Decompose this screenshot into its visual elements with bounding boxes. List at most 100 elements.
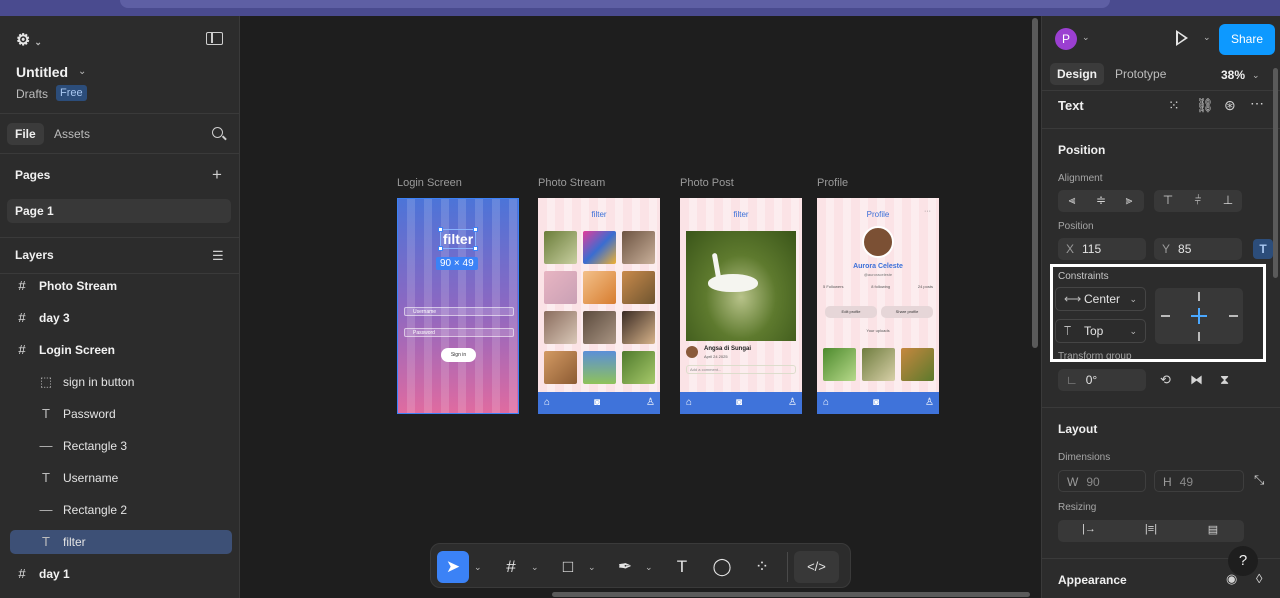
fill-container-icon[interactable]: ▤ <box>1182 523 1244 536</box>
present-play-icon[interactable] <box>1176 30 1188 46</box>
align-left-icon[interactable]: ⫷ <box>1058 193 1086 208</box>
more-options-icon[interactable]: ⋯ <box>1250 95 1264 112</box>
frame-label[interactable]: Photo Post <box>680 177 734 189</box>
add-page-icon[interactable]: + <box>212 166 222 183</box>
constraint-toggle-icon[interactable]: T <box>1253 239 1273 259</box>
frame-label[interactable]: Profile <box>817 177 848 189</box>
profile-icon[interactable]: ♙ <box>925 397 934 408</box>
layer-item[interactable]: — Rectangle 3 <box>10 434 232 458</box>
tab-design[interactable]: Design <box>1050 63 1105 85</box>
layer-item[interactable]: # Login Screen <box>10 338 232 362</box>
flip-horizontal-icon[interactable]: ⧓ <box>1190 372 1203 388</box>
layer-item[interactable]: Tfilter <box>10 530 232 554</box>
actions-tool-icon[interactable]: ⁘ <box>748 551 776 583</box>
share-button[interactable]: Share <box>1219 24 1275 55</box>
link-icon[interactable]: ⛓ <box>1196 97 1214 114</box>
height-field[interactable]: H 49 <box>1154 470 1244 492</box>
comment-input[interactable]: Add a comment... <box>686 365 796 374</box>
canvas[interactable]: Login Screen Photo Stream Photo Post Pro… <box>241 16 1041 598</box>
resize-to-fit-icon[interactable]: ⤡ <box>1254 472 1264 488</box>
layer-item[interactable]: ⬚ sign in button <box>10 370 232 394</box>
profile-icon[interactable]: ♙ <box>788 397 797 408</box>
layer-item[interactable]: T Password <box>10 402 232 426</box>
tab-prototype[interactable]: Prototype <box>1115 67 1166 81</box>
flip-vertical-icon[interactable]: ⧗ <box>1220 372 1229 388</box>
home-icon[interactable]: ⌂ <box>544 397 550 408</box>
photo-thumb <box>583 311 616 344</box>
layer-item[interactable]: # day 3 <box>10 306 232 330</box>
login-screen-frame[interactable]: filter 90 × 49 Username Password Sign in <box>397 198 519 414</box>
layers-options-icon[interactable]: ☰ <box>212 248 224 264</box>
photo-thumb <box>544 271 577 304</box>
align-top-icon[interactable]: ⊤ <box>1154 193 1182 207</box>
more-icon[interactable]: ··· <box>924 208 931 215</box>
avatar[interactable]: P <box>1055 28 1077 50</box>
username-field[interactable]: Username <box>404 307 514 316</box>
photo-thumb <box>622 271 655 304</box>
sidebar-toggle-icon[interactable] <box>206 32 223 45</box>
dev-mode-icon[interactable]: </> <box>794 551 839 583</box>
align-center-h-icon[interactable]: ≑ <box>1087 193 1115 207</box>
layer-item[interactable]: # Photo Stream <box>10 274 232 298</box>
camera-icon[interactable]: ◙ <box>736 397 742 408</box>
y-position-field[interactable]: Y 85 <box>1154 238 1242 260</box>
layer-item[interactable]: — Rectangle 2 <box>10 498 232 522</box>
tab-file[interactable]: File <box>7 123 44 145</box>
password-field[interactable]: Password <box>404 328 514 337</box>
chevron-down-icon[interactable]: ⌄ <box>531 551 539 583</box>
home-icon[interactable]: ⌂ <box>823 397 829 408</box>
photo-post-frame[interactable]: filter Angsa di Sungai April 24 2025 Add… <box>680 198 802 414</box>
sign-in-button[interactable]: Sign in <box>441 348 476 362</box>
eye-icon[interactable]: ◉ <box>1226 571 1237 587</box>
zoom-level[interactable]: 38% <box>1221 68 1245 82</box>
chevron-down-icon[interactable]: ⌄ <box>1203 32 1211 43</box>
frame-label[interactable]: Login Screen <box>397 177 462 189</box>
layer-item[interactable]: T Username <box>10 466 232 490</box>
rotate-icon[interactable]: ⟲ <box>1160 372 1171 388</box>
chevron-down-icon[interactable]: ⌄ <box>645 551 653 583</box>
figma-menu-icon[interactable]: ⚙ ⌄ <box>16 30 42 50</box>
edit-profile-button[interactable]: Edit profile <box>825 306 877 318</box>
chevron-down-icon[interactable]: ⌄ <box>1082 32 1090 43</box>
rotation-field[interactable]: ∟ 0° <box>1058 369 1146 391</box>
camera-icon[interactable]: ◙ <box>873 397 879 408</box>
width-field[interactable]: W 90 <box>1058 470 1146 492</box>
variable-icon[interactable]: ⊛ <box>1224 97 1236 114</box>
text-tool-icon[interactable]: T <box>668 551 696 583</box>
profile-icon[interactable]: ♙ <box>646 397 655 408</box>
fixed-width-icon[interactable]: |→ <box>1058 523 1120 535</box>
home-icon[interactable]: ⌂ <box>686 397 692 408</box>
browser-address-bar[interactable] <box>120 0 1110 8</box>
profile-frame[interactable]: Profile ··· Aurora Celeste @auroracelest… <box>817 198 939 414</box>
share-profile-button[interactable]: Share profile <box>881 306 933 318</box>
search-icon[interactable] <box>212 127 223 138</box>
camera-icon[interactable]: ◙ <box>594 397 600 408</box>
rectangle-tool-icon[interactable]: □ <box>554 551 582 583</box>
frame-label[interactable]: Photo Stream <box>538 177 605 189</box>
selection-box[interactable] <box>438 227 478 251</box>
comment-tool-icon[interactable]: ◯ <box>708 551 736 583</box>
pen-tool-icon[interactable]: ✒ <box>611 551 639 583</box>
photo-stream-frame[interactable]: filter ⌂ ◙ ♙ <box>538 198 660 414</box>
frame-tool-icon[interactable]: # <box>497 551 525 583</box>
align-right-icon[interactable]: ⫸ <box>1115 193 1143 208</box>
chevron-down-icon[interactable]: ⌄ <box>1252 70 1260 81</box>
x-position-field[interactable]: X 115 <box>1058 238 1146 260</box>
component-icon[interactable]: ⁙ <box>1168 97 1180 114</box>
page-item[interactable]: Page 1 <box>7 199 231 223</box>
chevron-down-icon[interactable]: ⌄ <box>474 551 482 583</box>
file-location[interactable]: Drafts <box>16 87 48 101</box>
panel-scrollbar[interactable] <box>1273 68 1278 278</box>
tab-assets[interactable]: Assets <box>54 127 90 141</box>
align-bottom-icon[interactable]: ⊥ <box>1214 193 1242 207</box>
canvas-vertical-scrollbar[interactable] <box>1032 18 1038 348</box>
file-title[interactable]: Untitled <box>16 64 68 80</box>
chevron-down-icon[interactable]: ⌄ <box>78 66 86 77</box>
canvas-horizontal-scrollbar[interactable] <box>552 592 1030 597</box>
hug-contents-icon[interactable]: |≡| <box>1120 523 1182 535</box>
layer-item[interactable]: # day 1 <box>10 562 232 586</box>
blend-mode-icon[interactable]: ◊ <box>1256 571 1262 586</box>
move-tool-icon[interactable]: ➤ <box>437 551 469 583</box>
align-middle-icon[interactable]: ⫩ <box>1184 193 1212 208</box>
chevron-down-icon[interactable]: ⌄ <box>588 551 596 583</box>
